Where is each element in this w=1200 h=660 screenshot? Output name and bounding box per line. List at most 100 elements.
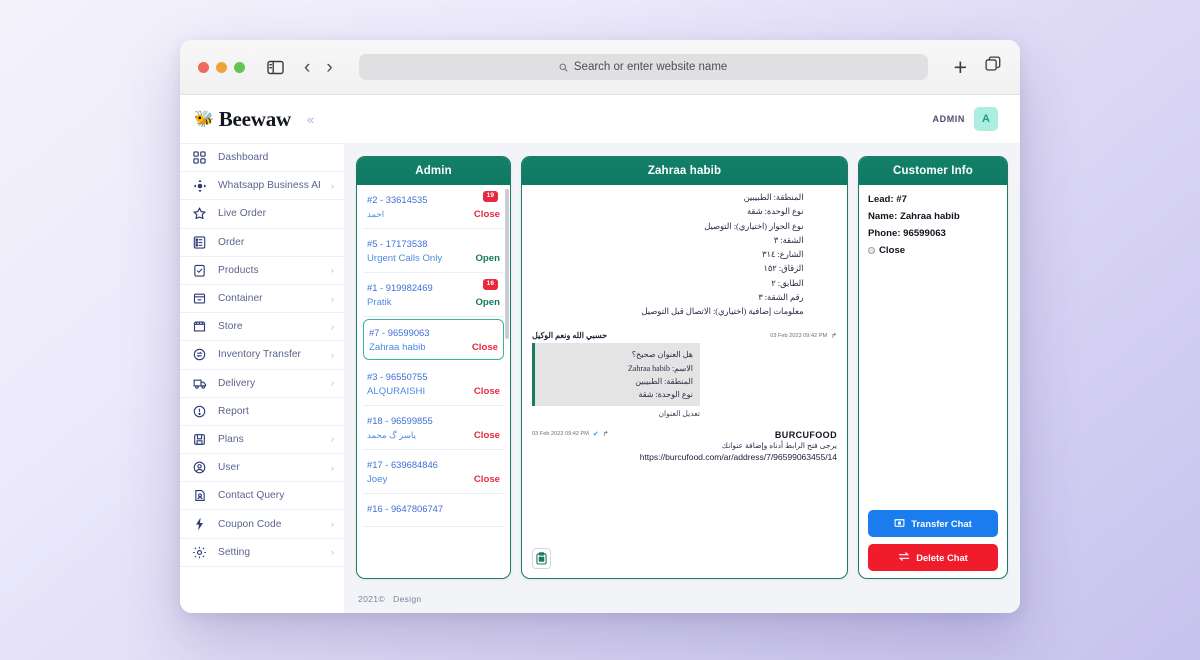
transfer-icon — [894, 517, 905, 530]
brand-tag: BURCUFOOD — [775, 430, 837, 440]
minimize-dot[interactable] — [216, 62, 227, 73]
chat-list-scroll[interactable]: 19#2 - 33614535احمدClose#5 - 17173538Urg… — [357, 185, 510, 578]
chat-list-item[interactable]: #16 - 9647806747 — [363, 494, 504, 527]
sidebar-item-label: Plans — [218, 434, 320, 445]
bolt-icon — [192, 517, 207, 532]
chat-list-item[interactable]: #3 - 96550755ALQURAISHIClose — [363, 362, 504, 406]
message-meta: 03 Feb 2023 09:42 PM ✔ ↱ — [532, 430, 609, 438]
search-icon — [559, 63, 568, 72]
chat-id: #16 - 9647806747 — [367, 503, 500, 514]
forward-button[interactable]: › — [326, 58, 332, 77]
message-timestamp: 03 Feb 2023 09:42 PM — [532, 431, 589, 437]
chevron-right-icon: › — [331, 294, 334, 304]
bubble-line: المنطقة: الطبيبين — [542, 375, 693, 388]
tabs-icon[interactable] — [985, 56, 1002, 78]
chat-row-bottom: Urgent Calls OnlyOpen — [367, 253, 500, 264]
chat-id: #1 - 919982469 — [367, 282, 500, 293]
chat-id: #17 - 639684846 — [367, 459, 500, 470]
chat-list-item[interactable]: #18 - 96599855ياسر گ محمدClose — [363, 406, 504, 450]
reply-icon[interactable]: ↱ — [603, 430, 609, 438]
chat-id: #5 - 17173538 — [367, 238, 500, 249]
chat-status[interactable]: Close — [474, 386, 500, 397]
footer: 2021© Design — [356, 585, 1008, 613]
avatar[interactable]: A — [974, 107, 998, 131]
chat-status[interactable]: Close — [474, 474, 500, 485]
customer-info-panel: Customer Info Lead: #7 Name: Zahraa habi… — [858, 156, 1008, 579]
navigation-arrows: ‹ › — [304, 58, 333, 77]
chat-list-item[interactable]: #5 - 17173538 Urgent Calls OnlyOpen — [363, 229, 504, 273]
sidebar-item-dashboard[interactable]: Dashboard — [180, 144, 344, 172]
bubble-line: الاسم: Zahraa habib — [542, 362, 693, 375]
close-dot[interactable] — [198, 62, 209, 73]
context-message: المنطقة: الطبيبيننوع الوحدة: شقةنوع الحو… — [566, 191, 804, 319]
chat-status[interactable]: Close — [472, 342, 498, 353]
back-button[interactable]: ‹ — [304, 58, 310, 77]
chat-status[interactable]: Open — [475, 253, 500, 264]
sidebar-toggle-icon[interactable] — [267, 60, 284, 75]
sidebar-item-label: Products — [218, 265, 320, 276]
context-line: نوع الوحدة: شقة — [566, 205, 804, 219]
sidebar-item-order[interactable]: Order — [180, 229, 344, 257]
chat-status[interactable]: Close — [474, 430, 500, 441]
swap-icon — [898, 551, 910, 564]
sidebar-item-plans[interactable]: Plans› — [180, 426, 344, 454]
sidebar-item-label: User — [218, 462, 320, 473]
new-tab-button[interactable]: + — [954, 56, 967, 79]
status-badge: Close — [868, 245, 998, 256]
edit-address-link[interactable]: تعديل العنوان — [532, 409, 700, 418]
context-line: الطابق: ٢ — [566, 277, 804, 291]
sidebar-item-report[interactable]: Report — [180, 398, 344, 426]
sidebar-item-setting[interactable]: Setting› — [180, 539, 344, 567]
message-composer — [532, 540, 837, 578]
sidebar-item-coupon-code[interactable]: Coupon Code› — [180, 510, 344, 538]
brand-logo[interactable]: 🐝 Beewaw — [194, 107, 291, 132]
main-content: Admin 19#2 - 33614535احمدClose#5 - 17173… — [344, 143, 1020, 613]
box-icon — [192, 291, 207, 306]
customer-info-title: Customer Info — [859, 157, 1007, 185]
chat-list-scrollbar[interactable] — [505, 189, 509, 339]
sidebar-item-label: Inventory Transfer — [218, 349, 320, 360]
transfer-chat-label: Transfer Chat — [911, 518, 971, 529]
sidebar-item-whatsapp-business-api[interactable]: Whatsapp Business API› — [180, 172, 344, 200]
chat-thread-body: المنطقة: الطبيبيننوع الوحدة: شقةنوع الحو… — [522, 185, 847, 578]
message-link[interactable]: https://burcufood.com/ar/address/7/96599… — [532, 452, 837, 462]
sidebar-item-live-order[interactable]: Live Order — [180, 200, 344, 228]
star-icon — [192, 206, 207, 221]
sidebar-item-inventory-transfer[interactable]: Inventory Transfer› — [180, 341, 344, 369]
sidebar-item-products[interactable]: Products› — [180, 257, 344, 285]
transfer-chat-button[interactable]: Transfer Chat — [868, 510, 998, 537]
chat-status[interactable]: Open — [475, 297, 500, 308]
browser-window: ‹ › Search or enter website name + 🐝 B — [180, 40, 1020, 613]
clipboard-icon[interactable] — [532, 548, 551, 569]
status-dot-icon — [868, 247, 875, 254]
sidebar: Dashboard Whatsapp Business API›Live Orde… — [180, 143, 344, 613]
address-bar[interactable]: Search or enter website name — [359, 54, 928, 80]
sidebar-item-delivery[interactable]: Delivery› — [180, 370, 344, 398]
chat-status[interactable]: Close — [474, 209, 500, 220]
chat-list-item[interactable]: #7 - 96599063Zahraa habibClose — [363, 319, 504, 360]
message-incoming: حسبي الله ونعم الوكيل 03 Feb 2023 09:42 … — [532, 331, 837, 418]
chat-row-bottom: ياسر گ محمدClose — [367, 430, 500, 441]
customer-lead: Lead: #7 — [868, 194, 998, 205]
reply-icon[interactable]: ↱ — [831, 332, 837, 340]
chat-contact-name: احمد — [367, 209, 384, 220]
sidebar-collapse-icon[interactable]: « — [307, 112, 314, 127]
nodes-icon — [192, 178, 207, 193]
app-header: 🐝 Beewaw « ADMIN A — [180, 95, 1020, 143]
chat-list-item[interactable]: 19#2 - 33614535احمدClose — [363, 185, 504, 229]
chat-id: #3 - 96550755 — [367, 371, 500, 382]
maximize-dot[interactable] — [234, 62, 245, 73]
sidebar-item-store[interactable]: Store› — [180, 313, 344, 341]
bubble-line: نوع الوحدة: شقة — [542, 388, 693, 401]
sidebar-item-container[interactable]: Container› — [180, 285, 344, 313]
chat-contact-name: Joey — [367, 474, 387, 485]
delete-chat-button[interactable]: Delete Chat — [868, 544, 998, 571]
sidebar-item-user[interactable]: User› — [180, 454, 344, 482]
chat-list-item[interactable]: #17 - 639684846 Joey Close — [363, 450, 504, 494]
sidebar-item-contact-query[interactable]: Contact Query — [180, 482, 344, 510]
message-sender: حسبي الله ونعم الوكيل — [532, 331, 607, 340]
chat-list-item[interactable]: 16#1 - 919982469PratikOpen — [363, 273, 504, 317]
sidebar-item-label: Dashboard — [218, 152, 323, 163]
unread-badge: 16 — [483, 279, 498, 290]
thread-scroll[interactable]: المنطقة: الطبيبيننوع الوحدة: شقةنوع الحو… — [532, 191, 837, 540]
